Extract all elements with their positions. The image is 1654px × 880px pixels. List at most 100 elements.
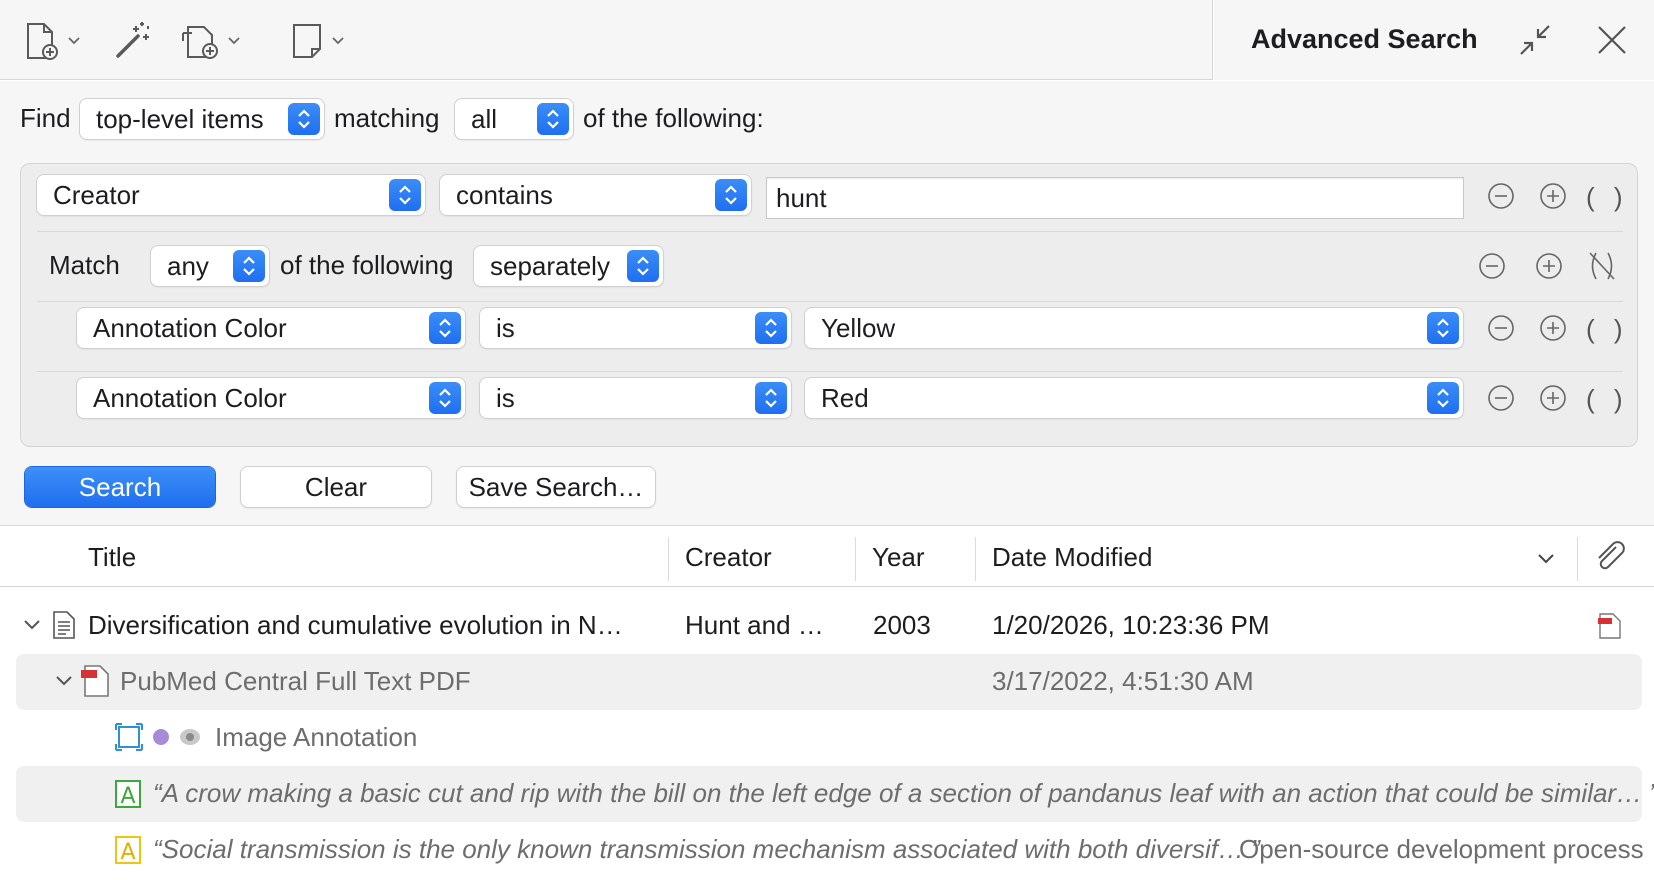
new-attachment-button[interactable] (180, 18, 240, 64)
divider (37, 371, 1623, 372)
chevron-down-icon[interactable] (56, 676, 72, 686)
row-title: “Social transmission is the only known t… (153, 834, 1260, 864)
table-header: Title Creator Year Date Modified (0, 527, 1654, 587)
image-thumbnail-icon (180, 729, 200, 745)
group-match-value: any (167, 251, 209, 281)
collapse-icon (1520, 25, 1550, 55)
remove-parentheses-icon[interactable] (1587, 250, 1617, 282)
pdf-icon[interactable] (1598, 612, 1622, 640)
clear-button[interactable]: Clear (241, 467, 431, 507)
condition-field-value: Creator (53, 180, 140, 210)
attachment-icon[interactable] (1594, 541, 1628, 573)
condition-field-popup[interactable]: Creator (37, 175, 425, 215)
popup-arrows-icon (755, 382, 787, 414)
matching-label: matching (334, 103, 440, 133)
column-header-year[interactable]: Year (872, 542, 925, 573)
row-year: 2003 (873, 610, 931, 640)
add-subcondition-button[interactable]: ( ) (1586, 314, 1629, 345)
add-condition-icon[interactable] (1539, 182, 1567, 210)
condition-value-popup[interactable]: Red (805, 378, 1463, 418)
add-subcondition-button[interactable]: ( ) (1586, 182, 1629, 213)
column-divider (975, 537, 976, 581)
close-icon (1598, 26, 1626, 54)
table-row[interactable]: A “Social transmission is the only known… (16, 822, 1644, 878)
condition-field-value: Annotation Color (93, 383, 287, 413)
column-divider (1577, 537, 1578, 581)
condition-operator-popup[interactable]: is (480, 378, 791, 418)
magic-wand-icon (116, 22, 149, 58)
highlight-annotation-icon: A (115, 780, 141, 809)
following-label: of the following: (583, 103, 764, 133)
new-item-icon (27, 23, 58, 60)
column-header-date-modified[interactable]: Date Modified (992, 542, 1152, 573)
scope-value: top-level items (96, 104, 264, 134)
add-subcondition-button[interactable]: ( ) (1586, 384, 1629, 415)
condition-operator-value: is (496, 313, 515, 343)
match-value: all (471, 104, 498, 134)
group-following-label: of the following (280, 250, 454, 280)
sort-descending-icon[interactable] (1538, 554, 1554, 564)
condition-operator-value: is (496, 383, 515, 413)
group-mode-popup[interactable]: separately (474, 246, 663, 286)
popup-arrows-icon (288, 103, 320, 135)
save-search-button[interactable]: Save Search… (457, 467, 655, 507)
match-popup[interactable]: all (455, 99, 573, 139)
popup-arrows-icon (233, 250, 265, 282)
row-date-modified: 3/17/2022, 4:51:30 AM (992, 666, 1254, 696)
conditions-box: Creator contains hunt ( ) Match any of t… (20, 163, 1638, 447)
advanced-search-header: Advanced Search (1214, 0, 1654, 80)
table-row[interactable]: A “A crow making a basic cut and rip wit… (16, 766, 1654, 822)
row-date-modified: 1/20/2026, 10:23:36 PM (992, 610, 1270, 640)
add-condition-icon[interactable] (1539, 314, 1567, 342)
search-button[interactable]: Search (25, 467, 215, 507)
collapse-button[interactable] (1517, 22, 1553, 63)
column-divider (668, 537, 669, 581)
pdf-icon (81, 665, 109, 697)
condition-operator-popup[interactable]: contains (440, 175, 751, 215)
column-header-title[interactable]: Title (88, 542, 136, 573)
color-dot-icon (153, 729, 169, 745)
condition-field-popup[interactable]: Annotation Color (77, 378, 465, 418)
conditions-area: Creator contains hunt ( ) Match any of t… (0, 163, 1654, 453)
add-attachment-icon (182, 26, 218, 59)
popup-arrows-icon (627, 250, 659, 282)
row-title: PubMed Central Full Text PDF (120, 666, 471, 696)
toolbar (0, 0, 1213, 80)
svg-text:A: A (120, 840, 135, 865)
condition-value-popup[interactable]: Yellow (805, 308, 1463, 348)
condition-value-input[interactable]: hunt (766, 177, 1464, 219)
popup-arrows-icon (1427, 382, 1459, 414)
table-row[interactable]: Diversification and cumulative evolution… (16, 598, 1642, 654)
table-row[interactable]: PubMed Central Full Text PDF 3/17/2022, … (16, 654, 1642, 710)
popup-arrows-icon (537, 103, 569, 135)
chevron-down-icon (68, 37, 80, 45)
remove-condition-icon[interactable] (1487, 384, 1515, 412)
table-row[interactable]: Image Annotation (16, 710, 1642, 766)
add-by-identifier-button[interactable] (112, 18, 154, 64)
add-group-condition-icon[interactable] (1535, 252, 1563, 280)
group-match-popup[interactable]: any (151, 246, 269, 286)
match-label: Match (49, 250, 120, 280)
new-note-icon (293, 24, 321, 58)
remove-group-icon[interactable] (1478, 252, 1506, 280)
remove-condition-icon[interactable] (1487, 182, 1515, 210)
scope-popup[interactable]: top-level items (80, 99, 324, 139)
column-header-creator[interactable]: Creator (685, 542, 772, 573)
remove-condition-icon[interactable] (1487, 314, 1515, 342)
close-button[interactable] (1594, 22, 1630, 63)
document-icon (53, 611, 75, 639)
popup-arrows-icon (429, 312, 461, 344)
new-note-button[interactable] (290, 18, 344, 64)
row-comment: Open-source development process (1239, 834, 1644, 864)
new-item-button[interactable] (24, 18, 80, 64)
highlight-annotation-icon: A (115, 836, 141, 865)
find-label: Find (20, 103, 71, 133)
popup-arrows-icon (389, 179, 421, 211)
add-condition-icon[interactable] (1539, 384, 1567, 412)
popup-arrows-icon (1427, 312, 1459, 344)
column-divider (855, 537, 856, 581)
chevron-down-icon[interactable] (24, 620, 40, 630)
condition-operator-popup[interactable]: is (480, 308, 791, 348)
row-title: “A crow making a basic cut and rip with … (153, 778, 1654, 808)
condition-field-popup[interactable]: Annotation Color (77, 308, 465, 348)
